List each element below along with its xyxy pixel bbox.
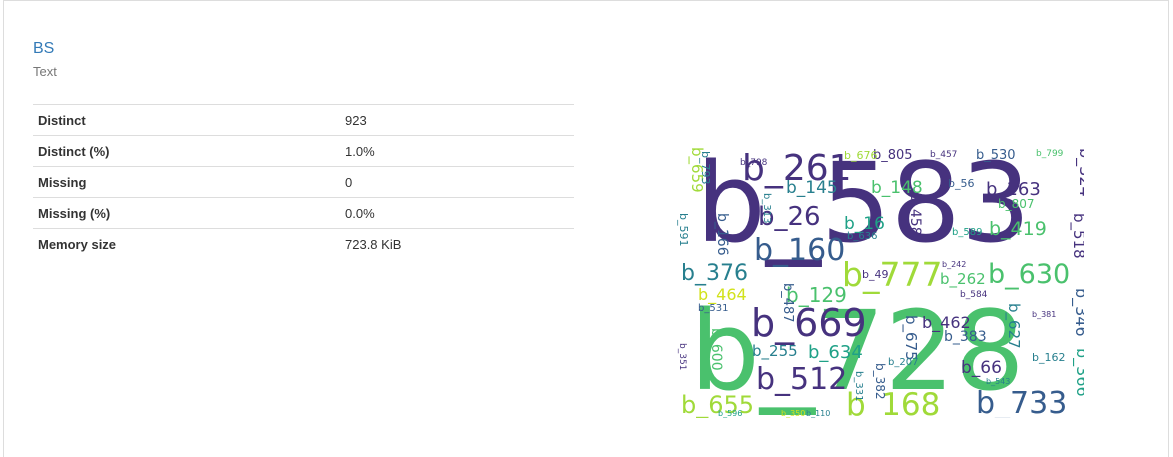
- word-cloud-word: b_596: [718, 409, 742, 418]
- word-cloud-word: b_512: [756, 362, 847, 397]
- stat-label-distinct: Distinct: [38, 112, 86, 128]
- word-cloud-word: b_805: [873, 148, 913, 163]
- word-cloud-word: b_584: [960, 290, 988, 300]
- word-cloud-word: b_262: [940, 270, 986, 289]
- stat-label-missing: Missing: [38, 174, 87, 190]
- word-cloud-word: b_793: [699, 151, 712, 184]
- word-cloud-word: b_324: [1075, 148, 1084, 197]
- stat-label-distinct-pct: Distinct (%): [38, 143, 110, 159]
- word-cloud-word: b_56: [948, 177, 974, 190]
- word-cloud-word: b_591: [677, 213, 690, 246]
- word-cloud-word: b_66: [961, 358, 1002, 378]
- word-cloud-word: b_675: [901, 315, 920, 361]
- table-row: Distinct (%) 1.0%: [33, 135, 574, 167]
- word-cloud-word: b_676: [844, 149, 877, 162]
- word-cloud-word: b_207: [888, 357, 918, 368]
- word-cloud-word: b_419: [989, 218, 1047, 240]
- stat-label-missing-pct: Missing (%): [38, 205, 111, 221]
- word-cloud-word: b_634: [808, 342, 863, 363]
- table-row: Distinct 923: [33, 104, 574, 136]
- word-cloud-word: b_669: [751, 301, 867, 345]
- word-cloud-word: b_110: [806, 409, 830, 418]
- word-cloud-word: b_351: [677, 343, 687, 370]
- word-cloud-word: b_457: [930, 150, 957, 160]
- word-cloud-word: b_777: [842, 255, 942, 294]
- word-cloud-word: b_145: [786, 178, 838, 198]
- word-cloud-word: b_600: [708, 328, 724, 371]
- word-cloud-word: b_589: [952, 227, 982, 238]
- word-cloud-word: b_531: [698, 303, 728, 314]
- word-cloud-word: b_255: [752, 342, 798, 361]
- word-cloud-word: b_630: [988, 259, 1070, 290]
- word-cloud-word: b_366: [1072, 348, 1084, 397]
- word-cloud-word: b_162: [1032, 351, 1065, 364]
- table-row: Memory size 723.8 KiB: [33, 228, 574, 260]
- word-cloud-word: b_49: [862, 268, 888, 281]
- word-cloud-word: b_518: [1069, 213, 1084, 259]
- stat-value-missing-pct: 0.0%: [345, 205, 375, 221]
- word-cloud-word: b_381: [1032, 310, 1056, 319]
- word-cloud-word: b_807: [998, 197, 1035, 211]
- word-cloud-word: b_382: [873, 363, 887, 400]
- word-cloud-word: b_458: [907, 193, 923, 236]
- stat-value-missing: 0: [345, 174, 353, 190]
- stat-value-distinct-pct: 1.0%: [345, 143, 375, 159]
- word-cloud-word: b_799: [1036, 149, 1064, 159]
- table-row: Missing 0: [33, 166, 574, 198]
- word-cloud-word: b_166: [714, 213, 730, 256]
- word-cloud-word: b_242: [942, 260, 966, 269]
- word-cloud-word: b_313: [761, 193, 772, 223]
- stat-value-distinct: 923: [345, 112, 367, 128]
- variable-type: Text: [33, 64, 57, 79]
- word-cloud-word: b_798: [740, 158, 768, 168]
- word-cloud-word: b_733: [976, 386, 1067, 418]
- word-cloud-word: b_383: [944, 329, 987, 345]
- word-cloud-word: b_331: [853, 371, 864, 401]
- stat-label-memory-size: Memory size: [38, 236, 117, 252]
- word-cloud-word: b_346: [1071, 288, 1084, 337]
- word-cloud-word: b_487: [780, 283, 795, 323]
- variable-card: BS Text Distinct 923 Distinct (%) 1.0% M…: [3, 0, 1169, 457]
- table-row: Missing (%) 0.0%: [33, 197, 574, 229]
- stats-table: Distinct 923 Distinct (%) 1.0% Missing 0…: [33, 104, 574, 260]
- word-cloud-word: b_350: [781, 409, 805, 418]
- word-cloud-word: b_543: [986, 377, 1010, 386]
- word-cloud-word: b_530: [976, 148, 1016, 163]
- stat-value-memory-size: 723.8 KiB: [345, 236, 402, 252]
- word-cloud-word: b_636: [847, 231, 877, 242]
- word-cloud-word: b_160: [754, 233, 845, 268]
- variable-name[interactable]: BS: [33, 40, 54, 58]
- word-cloud: b_583 b_728 b_669 b_261 b_160 b_777 b_630 b_733…: [676, 143, 1084, 418]
- word-cloud-canvas: b_583b_728b_669b_261b_160b_777 b_630b_733…: [677, 143, 1084, 418]
- word-cloud-word: b_464: [698, 285, 747, 305]
- word-cloud-word: b_376: [681, 261, 748, 286]
- word-cloud-word: b_627: [1004, 303, 1023, 349]
